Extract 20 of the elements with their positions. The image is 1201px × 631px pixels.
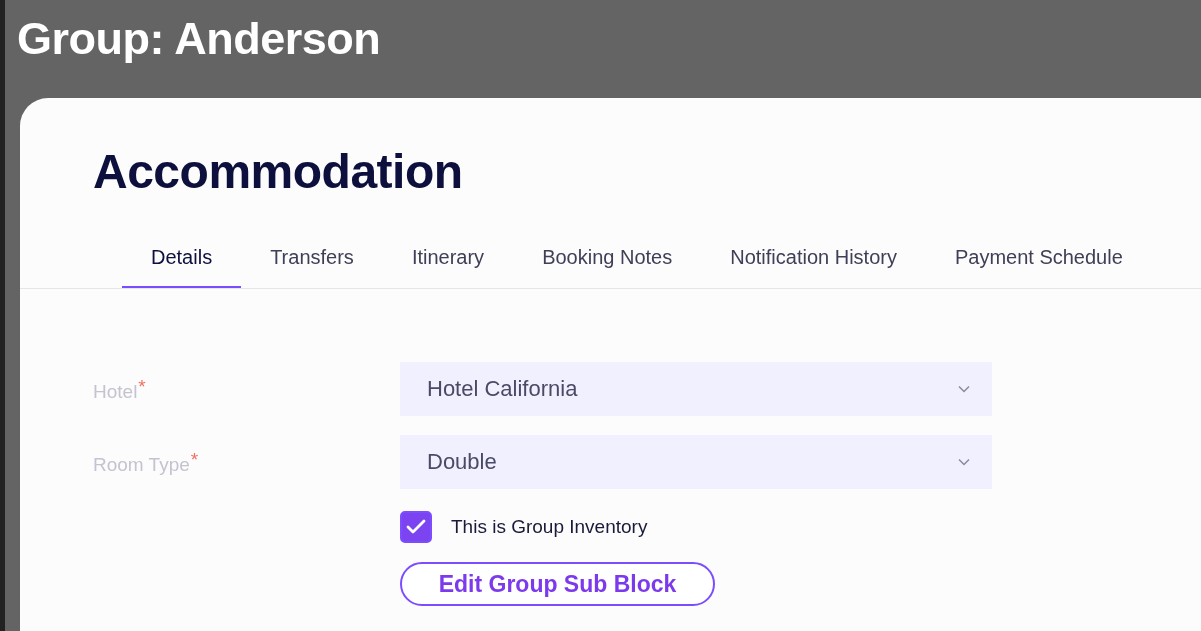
required-mark: * <box>138 375 146 397</box>
section-heading: Accommodation <box>93 144 464 199</box>
page-title: Group: Anderson <box>17 13 382 65</box>
field-label: Room Type <box>93 453 190 475</box>
required-mark: * <box>190 448 199 470</box>
tab[interactable]: Itinerary <box>382 237 514 288</box>
chevron-down-icon <box>958 458 970 466</box>
checkbox[interactable] <box>400 511 432 543</box>
tab[interactable]: Booking Notes <box>513 237 702 288</box>
tab[interactable]: Details <box>122 237 242 288</box>
field-label: Hotel <box>93 380 138 402</box>
dropdown-field[interactable]: Hotel California <box>400 362 992 416</box>
tab[interactable]: Transfers <box>241 237 383 288</box>
edit-sub-block-button[interactable]: Edit Group Sub Block <box>400 562 715 606</box>
checkbox-label: This is Group Inventory <box>451 516 648 538</box>
check-icon <box>406 519 426 535</box>
tab[interactable]: Payment Schedule <box>925 237 1152 288</box>
dropdown-field[interactable]: Double <box>400 435 992 489</box>
chevron-down-icon <box>958 385 970 393</box>
tab[interactable]: Notification History <box>701 237 926 288</box>
